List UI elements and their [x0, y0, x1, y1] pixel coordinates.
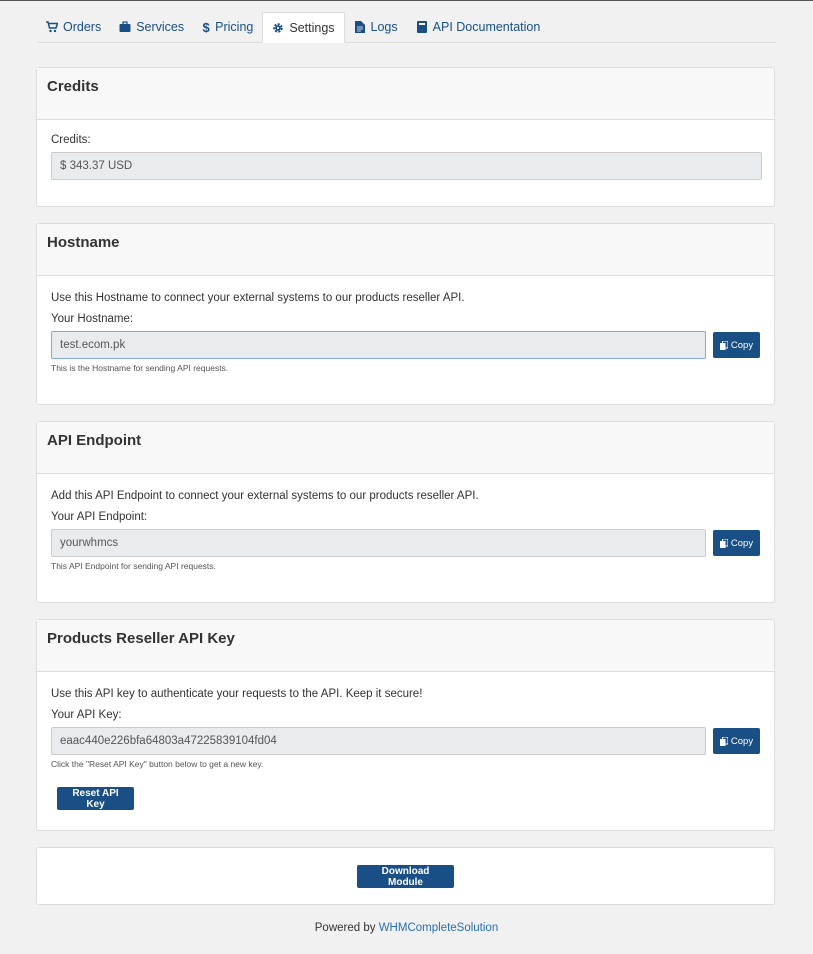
download-module-button[interactable]: Download Module	[357, 864, 454, 888]
endpoint-panel: API Endpoint Add this API Endpoint to co…	[36, 421, 775, 603]
hostname-help: This is the Hostname for sending API req…	[51, 363, 229, 373]
copy-hostname-button[interactable]: Copy	[713, 332, 760, 358]
hostname-panel: Hostname Use this Hostname to connect yo…	[36, 223, 775, 405]
panel-title: Credits	[37, 68, 774, 120]
tab-settings[interactable]: Settings	[262, 12, 345, 43]
tab-label: Orders	[63, 20, 102, 34]
copy-apikey-button[interactable]: Copy	[713, 728, 760, 754]
gear-icon	[272, 22, 284, 34]
nav-tabs: Orders Services $ Pricing Settings Logs …	[37, 12, 776, 43]
copy-endpoint-button[interactable]: Copy	[713, 530, 760, 556]
footer-prefix: Powered by	[314, 922, 379, 934]
credits-panel: Credits Credits: $ 343.37 USD	[36, 67, 775, 207]
copy-icon	[719, 340, 728, 350]
endpoint-label: Your API Endpoint:	[51, 511, 148, 523]
panel-title: Hostname	[37, 224, 774, 276]
copy-icon	[719, 736, 728, 746]
tab-orders[interactable]: Orders	[37, 12, 110, 42]
tab-label: Logs	[370, 20, 398, 34]
hostname-label: Your Hostname:	[51, 313, 134, 325]
apikey-help: Click the "Reset API Key" button below t…	[51, 759, 264, 769]
panel-title: Products Reseller API Key	[37, 620, 774, 672]
briefcase-icon	[119, 21, 131, 33]
credits-field: $ 343.37 USD	[51, 152, 762, 180]
tab-logs[interactable]: Logs	[345, 12, 407, 42]
tab-label: Pricing	[215, 20, 254, 34]
endpoint-help: This API Endpoint for sending API reques…	[51, 561, 216, 571]
tab-services[interactable]: Services	[110, 12, 193, 42]
book-icon	[416, 21, 428, 33]
footer: Powered by WHMCompleteSolution	[0, 922, 813, 934]
tab-label: Services	[136, 20, 185, 34]
tab-pricing[interactable]: $ Pricing	[193, 12, 262, 42]
tab-label: Settings	[289, 20, 335, 35]
endpoint-description: Add this API Endpoint to connect your ex…	[51, 490, 479, 502]
apikey-label: Your API Key:	[51, 709, 122, 721]
reset-api-key-button[interactable]: Reset API Key	[57, 787, 134, 810]
copy-icon	[719, 538, 728, 548]
cart-icon	[46, 21, 58, 33]
endpoint-field[interactable]: yourwhmcs	[51, 529, 706, 557]
apikey-panel: Products Reseller API Key Use this API k…	[36, 619, 775, 831]
hostname-description: Use this Hostname to connect your extern…	[51, 292, 465, 304]
tab-label: API Documentation	[432, 20, 541, 34]
download-panel: Download Module	[36, 847, 775, 905]
tab-api-documentation[interactable]: API Documentation	[407, 12, 550, 42]
apikey-field[interactable]: eaac440e226bfa64803a47225839104fd04	[51, 727, 706, 755]
hostname-field[interactable]: test.ecom.pk	[51, 331, 706, 359]
apikey-description: Use this API key to authenticate your re…	[51, 688, 423, 700]
credits-label: Credits:	[51, 134, 91, 146]
whmcompletesolution-link[interactable]: WHMCompleteSolution	[379, 922, 499, 934]
dollar-icon: $	[202, 19, 210, 35]
file-icon	[354, 21, 366, 33]
panel-title: API Endpoint	[37, 422, 774, 474]
